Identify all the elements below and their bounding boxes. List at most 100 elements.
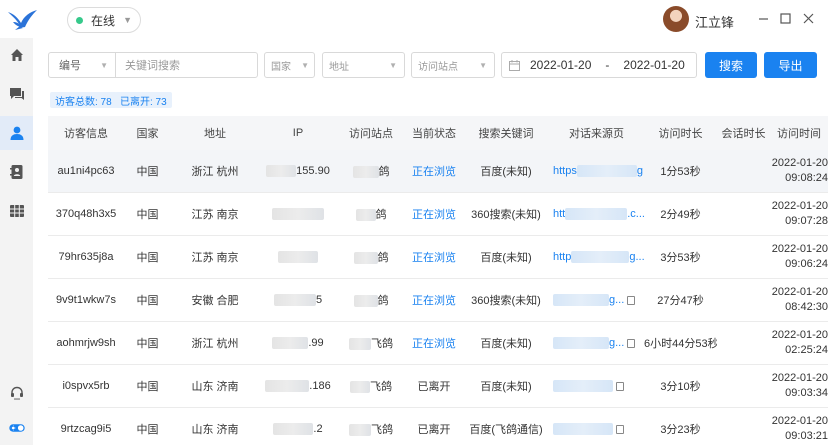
- table-row[interactable]: i0spvx5rb 中国 山东 济南 .186 飞鸽 已离开 百度(未知) 3分10秒 2022…: [48, 365, 828, 408]
- site-cell: 飞鸽: [337, 335, 405, 351]
- source-link-prefix[interactable]: https: [553, 165, 577, 177]
- sidebar-item-contacts[interactable]: [0, 155, 33, 189]
- ip-visible-part: 5: [315, 293, 323, 306]
- contacts-icon: [9, 165, 22, 179]
- maximize-icon: [779, 12, 791, 24]
- source-link-suffix[interactable]: g...: [629, 251, 644, 263]
- ip-visible-part: 155.90: [296, 164, 330, 177]
- source-cell[interactable]: htt .c...: [549, 208, 644, 221]
- table-row[interactable]: aohmrjw9sh 中国 浙江 杭州 .99 飞鸽 正在浏览 百度(未知) g... 6小时4…: [48, 322, 828, 365]
- visitors-table: 访客信息 国家 地址 IP 访问站点 当前状态 搜索关键词 对话来源页 访问时长…: [48, 116, 828, 445]
- site-select[interactable]: 访问站点 ▼: [411, 52, 495, 78]
- top-bar: 在线 ▼ 江立锋: [0, 0, 828, 38]
- copy-icon[interactable]: [616, 424, 624, 434]
- ip-visible-part: .2: [313, 422, 323, 435]
- country-cell: 中国: [136, 209, 159, 221]
- source-cell[interactable]: g...: [549, 337, 644, 350]
- keyword-cell: 百度(未知): [480, 338, 532, 350]
- search-button[interactable]: 搜索: [705, 52, 757, 78]
- close-button[interactable]: [801, 11, 815, 25]
- maximize-button[interactable]: [778, 11, 792, 25]
- copy-icon[interactable]: [627, 295, 636, 305]
- site-cell: 鸽: [337, 163, 405, 179]
- source-cell[interactable]: [549, 380, 644, 393]
- date-range-picker[interactable]: 2022-01-20 - 2022-01-20: [501, 52, 697, 78]
- site-visible-part: 鸽: [378, 166, 390, 178]
- redacted-source: [553, 380, 613, 393]
- visitor-id[interactable]: au1ni4pc63: [48, 165, 124, 177]
- source-link-suffix[interactable]: g...: [609, 294, 624, 306]
- address-cell: 浙江 杭州: [191, 166, 239, 178]
- status-cell: 正在浏览: [412, 295, 456, 307]
- redacted-ip: [278, 251, 318, 264]
- visitor-id[interactable]: i0spvx5rb: [48, 380, 124, 392]
- calendar-icon: [509, 59, 520, 71]
- minimize-button[interactable]: [756, 11, 770, 25]
- keyword-cell: 百度(未知): [480, 166, 532, 178]
- country-select[interactable]: 国家 ▼: [264, 52, 315, 78]
- support-headset-icon: [10, 386, 23, 400]
- address-cell: 江苏 南京: [191, 252, 239, 264]
- table-header: 访客信息 国家 地址 IP 访问站点 当前状态 搜索关键词 对话来源页 访问时长…: [48, 116, 828, 150]
- visitor-id[interactable]: 79hr635j8a: [48, 251, 124, 263]
- redacted-site: [353, 252, 378, 265]
- user-name[interactable]: 江立锋: [695, 12, 734, 31]
- total-visitors-badge: 访客总数: 78: [50, 92, 117, 108]
- visitor-id[interactable]: 9v9t1wkw7s: [48, 294, 124, 306]
- col-source: 对话来源页: [569, 128, 624, 140]
- redacted-ip: [272, 208, 324, 221]
- site-cell: 飞鸽: [337, 421, 405, 437]
- address-select[interactable]: 地址 ▼: [322, 52, 405, 78]
- online-status-select[interactable]: 在线 ▼: [67, 7, 141, 33]
- redacted-ip: [266, 165, 297, 178]
- sidebar-item-chat[interactable]: [0, 77, 33, 111]
- table-row[interactable]: 9rtzcag9i5 中国 山东 济南 .2 飞鸽 已离开 百度(飞鸽通信) 3分23秒 202…: [48, 408, 828, 445]
- sidebar: [0, 38, 33, 445]
- avatar[interactable]: [663, 6, 689, 32]
- table-row[interactable]: 370q48h3x5 中国 江苏 南京 鸽 正在浏览 360搜索(未知) htt .c... 2…: [48, 193, 828, 236]
- sidebar-item-home[interactable]: [0, 38, 33, 72]
- copy-icon[interactable]: [627, 338, 636, 348]
- source-link-prefix[interactable]: http: [553, 251, 571, 263]
- date-end[interactable]: 2022-01-20: [623, 58, 684, 72]
- country-cell: 中国: [136, 295, 159, 307]
- visitor-id[interactable]: 370q48h3x5: [48, 208, 124, 220]
- visit-time-cell: 2022-01-20 09:06:24: [771, 243, 828, 270]
- table-body: au1ni4pc63 中国 浙江 杭州 155.90 鸽正在浏览 百度(未知) https g…: [48, 150, 828, 445]
- status-cell: 已离开: [417, 424, 451, 436]
- ip-cell: 155.90: [259, 164, 337, 178]
- redacted-ip: [273, 423, 314, 436]
- chevron-down-icon: ▼: [479, 60, 487, 70]
- source-link-prefix[interactable]: htt: [553, 208, 565, 220]
- minimize-icon: [758, 17, 768, 20]
- theme-toggle[interactable]: [0, 411, 33, 445]
- support-button[interactable]: [0, 376, 33, 410]
- copy-icon[interactable]: [616, 381, 624, 391]
- redacted-ip: [265, 380, 310, 393]
- site-cell: 鸽: [337, 292, 405, 308]
- source-cell[interactable]: https g...: [549, 165, 644, 178]
- source-link-suffix[interactable]: .c...: [627, 208, 644, 220]
- table-row[interactable]: 9v9t1wkw7s 中国 安徽 合肥 5 鸽 正在浏览 360搜索(未知) g... 27分4…: [48, 279, 828, 322]
- source-link-suffix[interactable]: g...: [637, 165, 644, 177]
- chat-icon: [9, 88, 24, 100]
- source-link-suffix[interactable]: g...: [609, 337, 624, 349]
- date-start[interactable]: 2022-01-20: [530, 58, 591, 72]
- source-cell[interactable]: [549, 423, 644, 436]
- grid-icon: [9, 205, 24, 217]
- sidebar-item-apps[interactable]: [0, 194, 33, 228]
- sidebar-item-visitors[interactable]: [0, 116, 33, 150]
- source-cell[interactable]: http g...: [549, 251, 644, 264]
- visitor-id[interactable]: 9rtzcag9i5: [48, 423, 124, 435]
- export-button[interactable]: 导出: [764, 52, 817, 78]
- source-cell[interactable]: g...: [549, 294, 644, 307]
- col-country: 国家: [136, 128, 159, 140]
- country-cell: 中国: [136, 252, 159, 264]
- online-dot-icon: [76, 16, 83, 24]
- table-row[interactable]: au1ni4pc63 中国 浙江 杭州 155.90 鸽 正在浏览 百度(未知) https g…: [48, 150, 828, 193]
- address-cell: 安徽 合肥: [191, 295, 239, 307]
- table-row[interactable]: 79hr635j8a 中国 江苏 南京 鸽 正在浏览 百度(未知) http g... 3分53…: [48, 236, 828, 279]
- visitor-id[interactable]: aohmrjw9sh: [48, 337, 124, 349]
- keyword-search-input[interactable]: 关键词搜索: [115, 52, 258, 78]
- field-select[interactable]: 编号 ▼: [48, 52, 116, 78]
